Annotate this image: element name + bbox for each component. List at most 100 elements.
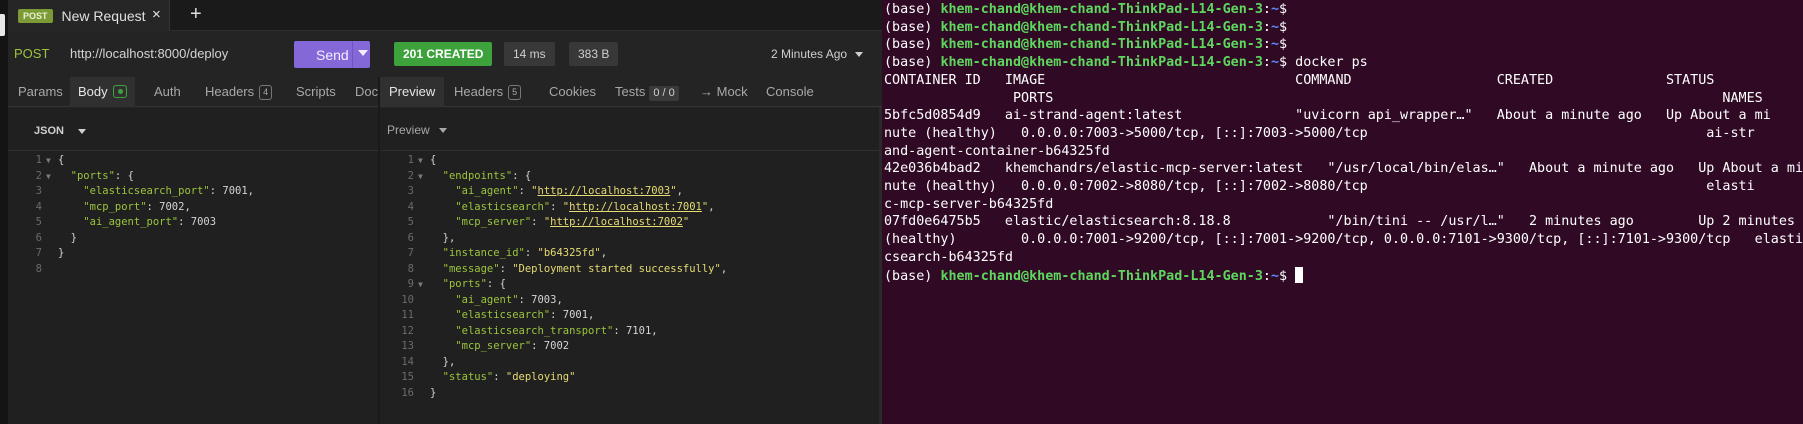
code-line: 6 },	[380, 232, 880, 248]
tab-label: Body	[78, 84, 108, 99]
tab-label: Cookies	[549, 84, 596, 99]
code-text: },	[430, 231, 456, 244]
response-time-badge: 14 ms	[504, 42, 555, 66]
code-text: "elasticsearch_transport": 7101,	[455, 324, 658, 337]
terminal-output-line: c-mcp-server-b64325fd	[884, 196, 1054, 212]
request-tabs: Params Body Auth Headers 4 Scripts Doc	[8, 77, 379, 107]
api-client-window: POST New Request × + POST http://localho…	[0, 0, 882, 424]
fold-icon[interactable]: ▼	[418, 156, 423, 165]
code-line: 9 ▼ "ports": {	[380, 278, 880, 294]
terminal-output-line: 5bfc5d0854d9 ai-strand-agent:latest "uvi…	[884, 108, 1771, 124]
line-number: 3	[407, 185, 414, 197]
code-text: "endpoints": {	[442, 169, 532, 182]
send-button[interactable]: Send	[294, 41, 370, 68]
line-number: 6	[407, 231, 414, 244]
fold-icon[interactable]: ▼	[46, 172, 51, 181]
code-line: 8 "message": "Deployment started success…	[380, 263, 880, 279]
url-input[interactable]: http://localhost:8000/deploy	[70, 46, 228, 61]
code-text: "mcp_port": 7002,	[83, 200, 191, 213]
code-line: 3 "elasticsearch_port": 7001,	[8, 185, 378, 201]
terminal-output-line: (healthy) 0.0.0.0:7001->9200/tcp, [::]:7…	[884, 232, 1803, 248]
line-number: 7	[407, 247, 414, 259]
tab-scripts[interactable]: Scripts	[296, 77, 336, 107]
tab-docs[interactable]: Doc	[355, 77, 378, 107]
tab-cookies[interactable]: Cookies	[549, 77, 596, 107]
prompt-end: $	[1279, 268, 1296, 284]
chevron-down-icon[interactable]	[78, 129, 86, 134]
close-icon[interactable]: ×	[152, 6, 161, 23]
code-line: 10 "ai_agent": 7003,	[380, 294, 880, 310]
line-number: 5	[35, 216, 42, 228]
prompt-env: (base)	[884, 2, 941, 17]
code-text: "mcp_server": 7002	[455, 340, 570, 352]
prompt-end: $	[1279, 2, 1296, 17]
line-number: 1	[35, 154, 42, 166]
fold-icon[interactable]: ▼	[46, 156, 51, 165]
fold-icon[interactable]: ▼	[418, 172, 423, 181]
terminal-command: docker ps	[1295, 55, 1368, 71]
line-number: 2	[35, 169, 42, 182]
code-line: 5 "ai_agent_port": 7003	[8, 216, 378, 232]
tab-label: Headers	[454, 84, 504, 99]
tab-response-headers[interactable]: Headers 5	[454, 77, 522, 107]
code-text: "ports": {	[70, 169, 134, 182]
tab-mock[interactable]: → Mock	[700, 77, 748, 107]
line-number: 2	[407, 169, 414, 182]
request-body-editor: JSON 1 ▼ {2 ▼ "ports": { 3 "elasticsearch_po…	[8, 108, 378, 424]
prompt-end: $	[1279, 55, 1296, 71]
tab-label: Doc	[355, 84, 378, 99]
count-badge: 4	[259, 85, 273, 100]
code-line: 3 "ai_agent": "http://localhost:7003",	[380, 185, 880, 201]
preview-mode-select[interactable]: Preview	[387, 123, 430, 137]
prompt-user: khem-chand@khem-chand-ThinkPad-L14-Gen-3	[940, 2, 1263, 17]
tab-tests[interactable]: Tests 0 / 0	[615, 77, 679, 107]
tab-auth[interactable]: Auth	[154, 77, 181, 107]
tab-headers[interactable]: Headers 4	[205, 77, 273, 107]
terminal-output-line: CONTAINER ID IMAGE COMMAND CREATED STATU…	[884, 72, 1715, 88]
chevron-down-icon[interactable]	[358, 50, 368, 56]
terminal-prompt-line: (base) khem-chand@khem-chand-ThinkPad-L1…	[884, 54, 1368, 72]
chevron-down-icon[interactable]	[439, 128, 447, 133]
response-history-select[interactable]: 2 Minutes Ago	[771, 47, 847, 61]
fold-icon[interactable]: ▼	[418, 280, 423, 289]
tab-method-badge: POST	[18, 8, 53, 23]
chevron-down-icon[interactable]	[855, 52, 863, 57]
tab-preview[interactable]: Preview	[380, 77, 445, 107]
line-number: 4	[35, 200, 42, 213]
code-text: "elasticsearch": "http://localhost:7001"…	[455, 200, 715, 213]
prompt-sep: :	[1262, 37, 1271, 53]
body-type-select[interactable]: JSON	[34, 125, 64, 137]
code-text: {	[58, 154, 65, 166]
code-text: "ai_agent": "http://localhost:7003",	[455, 185, 683, 197]
code-line: 4 "mcp_port": 7002,	[8, 201, 378, 217]
tab-params[interactable]: Params	[18, 77, 63, 107]
prompt-env: (base)	[884, 55, 941, 71]
prompt-sep: :	[1262, 55, 1271, 71]
request-tab[interactable]: POST New Request ×	[8, 0, 170, 31]
tab-body[interactable]: Body	[70, 77, 135, 107]
prompt-path: ~	[1270, 268, 1280, 284]
tab-label: Params	[18, 84, 63, 99]
method-select[interactable]: POST	[14, 46, 49, 61]
prompt-user: khem-chand@khem-chand-ThinkPad-L14-Gen-3	[940, 268, 1263, 284]
tab-console[interactable]: Console	[766, 77, 814, 107]
code-text: "mcp_server": "http://localhost:7002"	[455, 216, 690, 228]
code-text: "instance_id": "b64325fd",	[442, 247, 608, 259]
code-line: 2 ▼ "ports": {	[8, 170, 378, 186]
tab-label: Headers	[205, 84, 255, 99]
code-line: 1 ▼ {	[8, 154, 378, 170]
send-label: Send	[316, 46, 349, 63]
prompt-end: $	[1279, 19, 1296, 35]
add-tab-icon[interactable]: +	[190, 3, 202, 26]
code-text: "ai_agent_port": 7003	[83, 216, 217, 228]
code-line: 15 "status": "deploying"	[380, 371, 880, 387]
prompt-sep: :	[1262, 2, 1271, 17]
terminal-window[interactable]: (base) khem-chand@khem-chand-ThinkPad-L1…	[882, 0, 1803, 424]
prompt-path: ~	[1270, 37, 1280, 53]
prompt-end: $	[1279, 37, 1296, 53]
terminal-output-line: 42e036b4bad2 khemchandrs/elastic-mcp-ser…	[884, 161, 1803, 177]
status-badge: 201 CREATED	[394, 42, 493, 66]
editor-divider	[380, 150, 882, 151]
terminal-prompt-line: (base) khem-chand@khem-chand-ThinkPad-L1…	[884, 36, 1295, 54]
line-number: 8	[35, 262, 42, 275]
